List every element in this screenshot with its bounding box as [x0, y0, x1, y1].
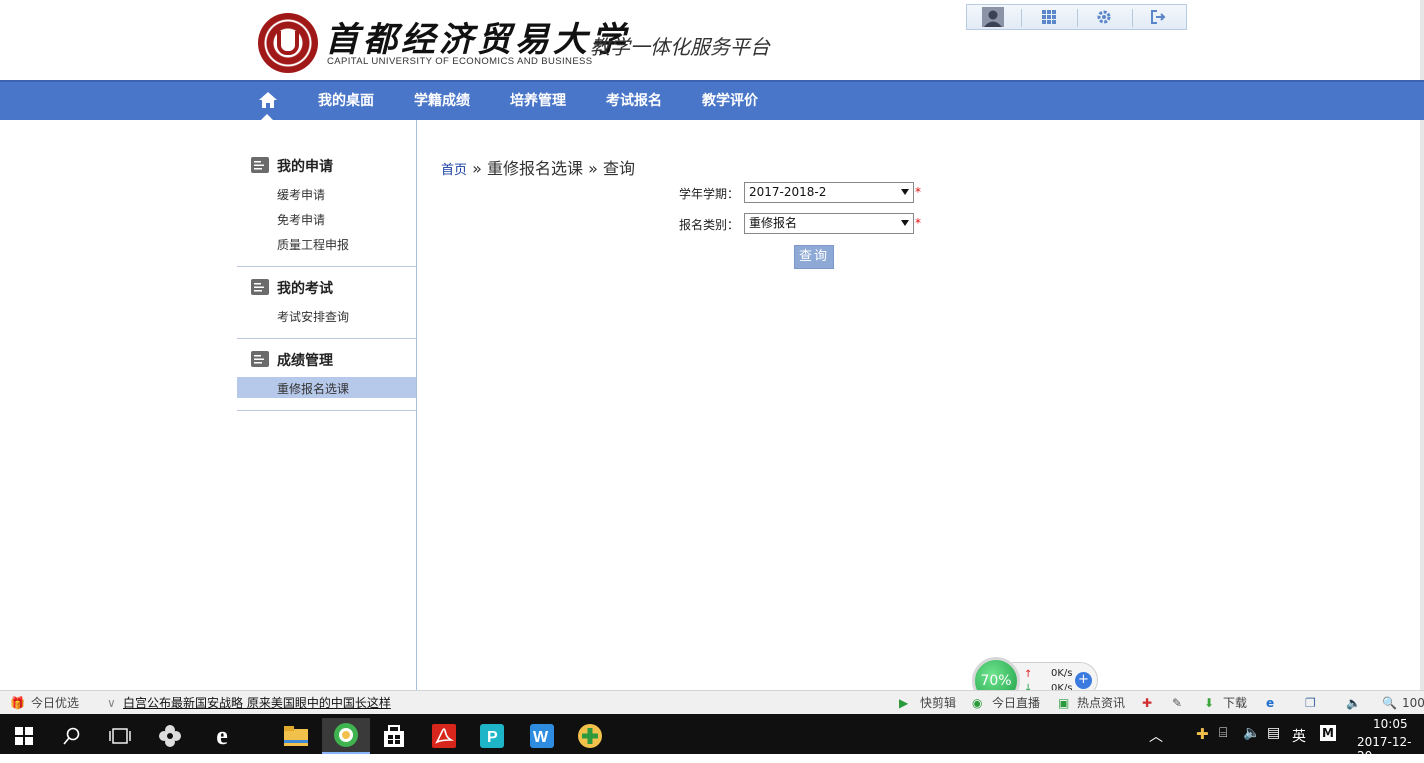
pinwheel-app-icon[interactable] — [146, 718, 194, 754]
chevron-down-icon[interactable]: ∨ — [107, 694, 116, 712]
plus-icon[interactable]: + — [1075, 672, 1092, 689]
volume-icon[interactable]: 🔈 — [1243, 725, 1260, 741]
upload-arrow-icon: ↑ — [1024, 669, 1033, 680]
registration-type-value: 重修报名 — [749, 216, 798, 230]
quick-cut-link[interactable]: 快剪辑 — [920, 694, 956, 712]
live-icon[interactable]: ◉ — [972, 694, 982, 712]
sidebar-item-retake-registration[interactable]: 重修报名选课 — [277, 380, 349, 397]
required-mark: * — [915, 185, 921, 199]
divider — [237, 410, 416, 411]
nav-my-desktop[interactable]: 我的桌面 — [318, 82, 374, 120]
windows-taskbar: e P W ︿ ✚ ⌸ 🔈 ▤ 英 M — [0, 714, 1424, 754]
file-explorer-icon[interactable] — [272, 718, 320, 754]
term-select[interactable]: 2017-2018-2 — [744, 182, 914, 203]
term-label: 学年学期： — [679, 187, 740, 201]
term-select-value: 2017-2018-2 — [749, 185, 827, 199]
download-icon[interactable]: ⬇ — [1204, 694, 1214, 712]
breadcrumb-separator: » — [583, 159, 603, 178]
platform-name: 教学一体化服务平台 — [590, 35, 770, 59]
input-method-indicator[interactable]: 英 — [1292, 726, 1306, 746]
news-headline-link[interactable]: 白宫公布最新国安战略 原来美国眼中的中国长这样 — [123, 694, 391, 712]
notification-icon[interactable]: ▤ — [1267, 725, 1280, 741]
hot-news-icon[interactable]: ▣ — [1058, 694, 1069, 712]
clock-time[interactable]: 10:05 — [1373, 717, 1408, 731]
speaker-icon[interactable]: 🔈 — [1346, 694, 1361, 712]
medical-cross-icon[interactable]: ✚ — [1142, 694, 1152, 712]
gear-icon[interactable] — [1093, 7, 1115, 27]
network-icon[interactable]: ⌸ — [1219, 725, 1227, 741]
dropdown-arrow-icon — [901, 220, 909, 226]
m-app-icon[interactable]: M — [1320, 725, 1336, 741]
sidebar-section-grade-management: 成绩管理 — [277, 353, 333, 369]
apps-grid-icon[interactable] — [1038, 7, 1060, 27]
svg-text:P: P — [487, 729, 498, 746]
sidebar-item-exam-schedule[interactable]: 考试安排查询 — [277, 308, 349, 325]
breadcrumb-current: 查询 — [602, 159, 635, 178]
header: 首都经济贸易大学 CAPITAL UNIVERSITY OF ECONOMICS… — [0, 0, 1424, 80]
upload-speed: 0K/s — [1051, 668, 1073, 679]
breadcrumb-page: 重修报名选课 — [486, 159, 583, 178]
show-hidden-icons-chevron-icon[interactable]: ︿ — [1132, 718, 1180, 754]
w-app-icon[interactable]: W — [518, 718, 566, 754]
clock-date[interactable]: 2017-12-20 — [1357, 735, 1424, 763]
registration-type-label: 报名类别： — [679, 218, 740, 232]
university-name-cn: 首都经济贸易大学 — [325, 20, 629, 60]
zoom-level[interactable]: 100 — [1402, 694, 1424, 712]
dropdown-arrow-icon — [901, 189, 909, 195]
list-icon — [251, 279, 269, 295]
sidebar-section-my-exams: 我的考试 — [277, 281, 333, 297]
zoom-icon[interactable]: 🔍 — [1382, 694, 1397, 712]
p-app-icon[interactable]: P — [468, 718, 516, 754]
browser-status-bar: 🎁 今日优选 ∨ 白宫公布最新国安战略 原来美国眼中的中国长这样 ▶ 快剪辑 ◉… — [0, 690, 1424, 714]
360-security-icon[interactable] — [566, 718, 614, 754]
pin-icon[interactable]: ✎ — [1172, 694, 1182, 712]
sidebar-item-deferred-exam[interactable]: 缓考申请 — [277, 186, 325, 203]
today-picks-link[interactable]: 今日优选 — [31, 694, 79, 712]
university-name-en: CAPITAL UNIVERSITY OF ECONOMICS AND BUSI… — [327, 56, 593, 67]
sidebar-item-quality-project[interactable]: 质量工程申报 — [277, 236, 349, 253]
edge-browser-icon[interactable]: e — [198, 718, 246, 754]
hot-news-link[interactable]: 热点资讯 — [1077, 694, 1125, 712]
quick-cut-icon[interactable]: ▶ — [899, 694, 908, 712]
search-icon[interactable] — [48, 718, 96, 754]
sidebar-divider — [416, 120, 417, 690]
active-nav-marker — [261, 114, 273, 120]
download-link[interactable]: 下载 — [1223, 694, 1247, 712]
live-link[interactable]: 今日直播 — [992, 694, 1040, 712]
divider — [237, 266, 416, 267]
store-icon[interactable] — [370, 718, 418, 754]
pdf-reader-icon[interactable] — [420, 718, 468, 754]
breadcrumb-home-link[interactable]: 首页 — [441, 163, 467, 178]
user-avatar-icon[interactable] — [982, 7, 1004, 27]
query-button[interactable]: 查询 — [794, 245, 834, 269]
required-mark: * — [915, 216, 921, 230]
nav-exam-registration[interactable]: 考试报名 — [606, 82, 662, 120]
ie-icon[interactable]: e — [1266, 694, 1274, 712]
gift-icon: 🎁 — [10, 696, 25, 710]
registration-type-select[interactable]: 重修报名 — [744, 213, 914, 234]
window-restore-icon[interactable]: ❐ — [1305, 694, 1316, 712]
360-browser-icon[interactable] — [322, 718, 370, 754]
nav-teaching-evaluation[interactable]: 教学评价 — [702, 82, 758, 120]
task-view-icon[interactable] — [96, 718, 144, 754]
breadcrumb-separator: » — [467, 159, 487, 178]
university-seal-logo — [258, 13, 318, 73]
svg-text:W: W — [533, 729, 549, 746]
home-icon[interactable] — [258, 91, 278, 111]
logout-icon[interactable] — [1147, 7, 1169, 27]
nav-academic-records[interactable]: 学籍成绩 — [414, 82, 470, 120]
main-nav: 我的桌面 学籍成绩 培养管理 考试报名 教学评价 — [0, 80, 1424, 120]
list-icon — [251, 351, 269, 367]
divider — [237, 338, 416, 339]
sidebar-item-exam-exemption[interactable]: 免考申请 — [277, 211, 325, 228]
list-icon — [251, 157, 269, 173]
breadcrumb: 首页 » 重修报名选课 » 查询 — [441, 155, 635, 179]
nav-training-management[interactable]: 培养管理 — [510, 82, 566, 120]
sidebar-section-my-applications: 我的申请 — [277, 159, 333, 175]
user-toolbar — [966, 4, 1187, 30]
windows-start-icon[interactable] — [0, 718, 48, 754]
tray-360-icon[interactable]: ✚ — [1196, 725, 1209, 743]
